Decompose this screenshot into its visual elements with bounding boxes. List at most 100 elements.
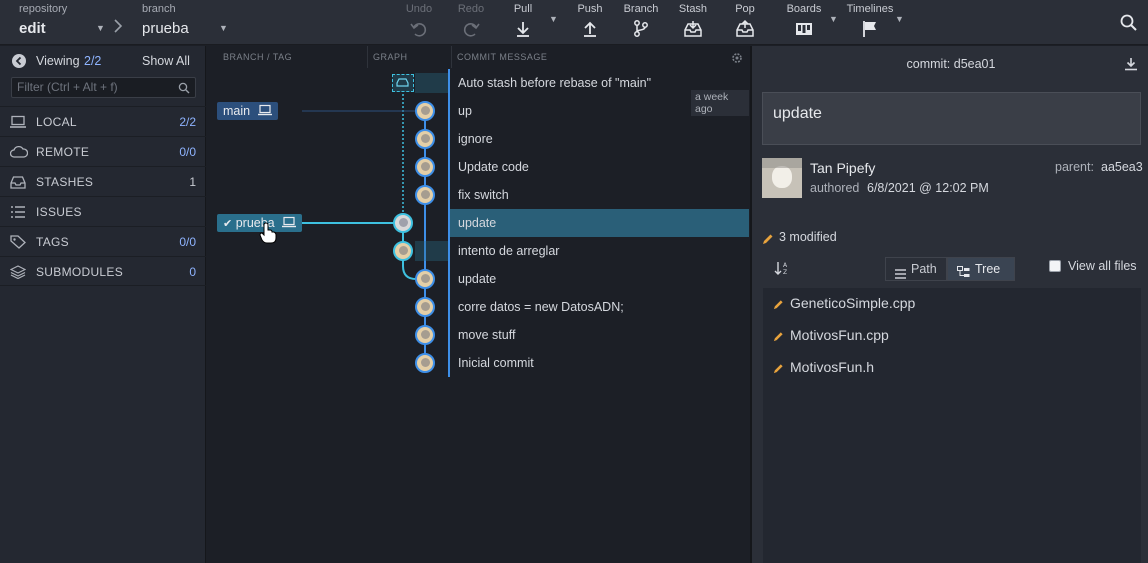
sidebar-item-tags[interactable]: TAGS 0/0 [0, 226, 206, 256]
authored-label: authored [810, 181, 860, 195]
commit-row[interactable]: intento de arreglar [207, 237, 749, 265]
sidebar-item-local[interactable]: LOCAL 2/2 [0, 106, 206, 136]
author-avatar [415, 353, 435, 373]
branch-button[interactable]: Branch [621, 0, 661, 45]
commit-row[interactable]: ignore [207, 125, 749, 153]
commit-row[interactable]: up [207, 97, 749, 125]
pull-options-chevron-icon[interactable]: ▼ [549, 14, 558, 24]
path-view-toggle[interactable]: Path [885, 257, 947, 281]
boards-chevron-icon[interactable]: ▼ [829, 14, 838, 24]
collapse-panel-icon[interactable] [12, 54, 26, 73]
cloud-icon [9, 145, 29, 164]
file-name: MotivosFun.cpp [790, 327, 889, 343]
commit-row[interactable]: Auto stash before rebase of "main" [207, 69, 749, 97]
commit-sha[interactable]: d5ea01 [954, 57, 996, 71]
author-name: Tan Pipefy [810, 160, 876, 176]
timelines-chevron-icon[interactable]: ▼ [895, 14, 904, 24]
flag-icon [863, 21, 876, 37]
commit-row[interactable]: corre datos = new DatosADN; [207, 293, 749, 321]
sidebar-item-label: REMOTE [36, 145, 90, 159]
branch-selector[interactable]: branch prueba ▼ [142, 0, 232, 45]
parent-label: parent: [1055, 160, 1094, 174]
timelines-button[interactable]: Timelines [845, 0, 895, 45]
pencil-icon [773, 329, 784, 345]
sidebar-item-label: TAGS [36, 235, 69, 249]
push-label: Push [577, 3, 603, 15]
laptop-icon [10, 115, 26, 134]
commit-row[interactable]: move stuff [207, 321, 749, 349]
push-icon [584, 21, 596, 37]
stash-node-icon[interactable] [392, 74, 414, 92]
commit-row[interactable]: Update code [207, 153, 749, 181]
list-icon [10, 205, 26, 224]
tag-icon [10, 235, 26, 254]
pull-button[interactable]: Pull [508, 0, 538, 45]
changed-files-list: GeneticoSimple.cpp MotivosFun.cpp Motivo… [763, 288, 1141, 563]
sidebar-item-remote[interactable]: REMOTE 0/0 [0, 136, 206, 166]
filter-input[interactable]: Filter (Ctrl + Alt + f) [11, 77, 196, 98]
modified-count: 3 modified [779, 230, 837, 244]
boards-label: Boards [786, 3, 822, 15]
commit-row[interactable]: update [207, 265, 749, 293]
sidebar-item-label: LOCAL [36, 115, 77, 129]
chevron-right-icon [113, 18, 123, 39]
svg-text:A: A [783, 262, 788, 269]
download-icon[interactable] [1124, 57, 1138, 76]
redo-label: Redo [457, 3, 485, 15]
commit-header: commit: d5ea01 [752, 46, 1148, 82]
author-avatar [393, 213, 413, 233]
commit-row[interactable]: Inicial commit [207, 349, 749, 377]
commit-row-selected[interactable]: update [207, 209, 749, 237]
author-avatar [415, 269, 435, 289]
app-window: repository edit ▼ branch prueba ▼ Undo R… [0, 0, 1148, 563]
stash-icon [684, 21, 702, 37]
sidebar-item-label: STASHES [36, 175, 94, 189]
commit-row[interactable]: fix switch [207, 181, 749, 209]
sidebar-item-issues[interactable]: ISSUES [0, 196, 206, 226]
boards-button[interactable]: Boards [784, 0, 824, 45]
commit-message: update [458, 272, 497, 286]
stash-button[interactable]: Stash [676, 0, 710, 45]
author-avatar [415, 297, 435, 317]
repository-label: repository [19, 3, 68, 15]
timelines-label: Timelines [846, 3, 894, 15]
repository-name: edit [19, 20, 46, 37]
tree-view-toggle[interactable]: Tree [947, 257, 1015, 281]
sort-alpha-icon[interactable]: AZ [774, 260, 790, 281]
show-all-button[interactable]: Show All [142, 54, 190, 68]
pencil-icon [773, 361, 784, 377]
branch-button-label: Branch [623, 3, 659, 15]
push-button[interactable]: Push [574, 0, 606, 45]
toolbar: repository edit ▼ branch prueba ▼ Undo R… [0, 0, 1148, 45]
parent-sha[interactable]: aa5ea3 [1101, 160, 1143, 174]
commit-message: fix switch [458, 188, 509, 202]
authored-date: 6/8/2021 @ 12:02 PM [867, 181, 989, 195]
commit-message: up [458, 104, 472, 118]
undo-button[interactable]: Undo [402, 0, 436, 45]
pencil-icon [773, 297, 784, 313]
sidebar-item-count: 2/2 [179, 115, 196, 129]
sidebar-item-label: ISSUES [36, 205, 82, 219]
author-avatar [762, 158, 802, 198]
author-avatar [415, 129, 435, 149]
path-label: Path [911, 262, 937, 276]
inbox-icon [10, 175, 26, 194]
redo-button[interactable]: Redo [454, 0, 488, 45]
branch-icon [634, 20, 648, 37]
sidebar-item-stashes[interactable]: STASHES 1 [0, 166, 206, 196]
pull-label: Pull [513, 3, 533, 15]
search-icon[interactable] [1119, 13, 1139, 38]
commit-summary[interactable]: update [762, 92, 1141, 145]
pencil-icon [762, 232, 774, 250]
tree-label: Tree [975, 262, 1001, 276]
view-all-files-checkbox[interactable] [1049, 260, 1061, 272]
branch-label: branch [142, 3, 176, 15]
layers-icon [9, 265, 27, 284]
viewing-header: Viewing 2/2 Show All [0, 46, 206, 76]
sidebar-item-submodules[interactable]: SUBMODULES 0 [0, 256, 206, 286]
chevron-down-icon: ▼ [219, 23, 228, 33]
commit-message: corre datos = new DatosADN; [458, 300, 624, 314]
pop-button[interactable]: Pop [730, 0, 760, 45]
repository-selector[interactable]: repository edit ▼ [19, 0, 109, 45]
author-avatar [393, 241, 413, 261]
